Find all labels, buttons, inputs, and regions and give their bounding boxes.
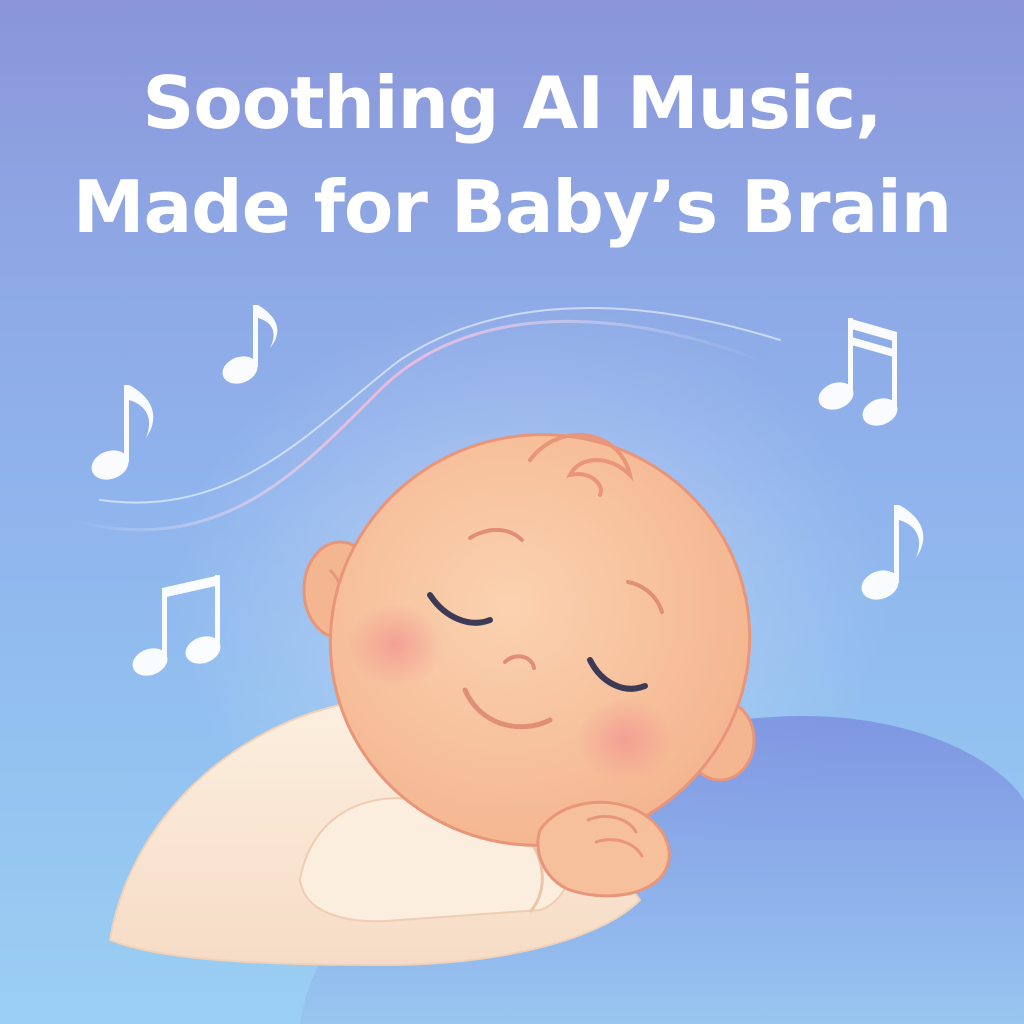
poster: Soothing AI Music, Made for Baby’s Brain (0, 0, 1024, 1024)
headline-line-2: Made for Baby’s Brain (72, 164, 952, 249)
left-cheek (347, 603, 443, 687)
right-cheek (577, 698, 673, 782)
headline: Soothing AI Music, Made for Baby’s Brain (0, 52, 1024, 259)
headline-line-1: Soothing AI Music, (142, 61, 882, 145)
